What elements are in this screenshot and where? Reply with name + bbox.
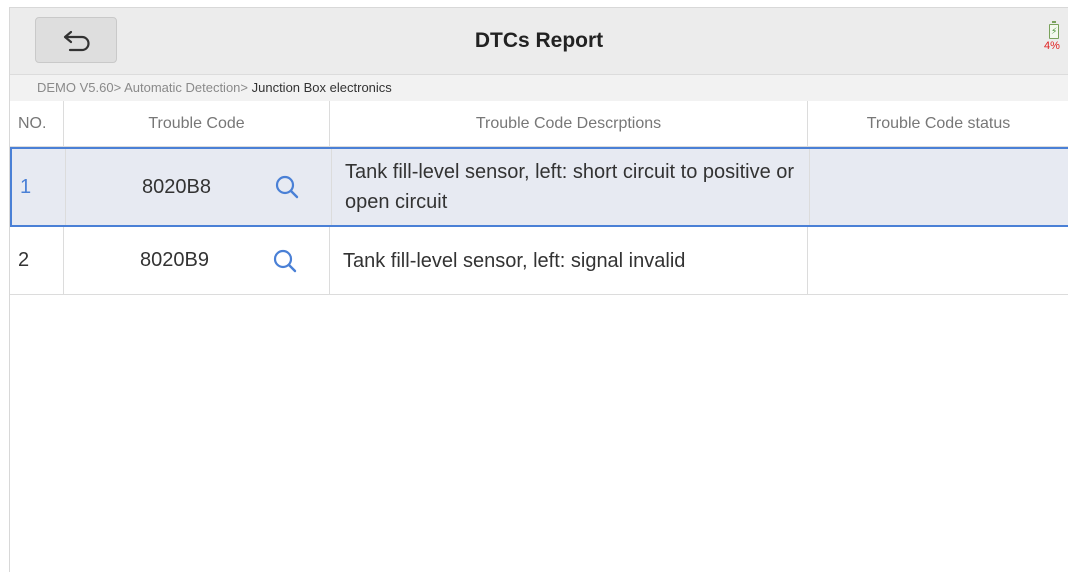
back-arrow-icon [63,30,90,52]
column-header-no: NO. [10,101,64,146]
trouble-code-status [810,149,1068,225]
breadcrumb-current: Junction Box electronics [251,80,392,95]
top-bar: DTCs Report ⚡ 4% [10,8,1068,75]
row-number: 2 [10,227,64,294]
trouble-code-status [808,227,1068,294]
table-row[interactable]: 1 8020B8 Tank fill-level sensor, left: s… [10,147,1068,227]
breadcrumb-path: DEMO V5.60> Automatic Detection> [37,80,252,95]
back-button[interactable] [35,17,117,63]
page-title: DTCs Report [474,29,604,52]
trouble-code-description: Tank fill-level sensor, left: signal inv… [330,227,808,294]
search-icon[interactable] [272,248,298,274]
trouble-code-description: Tank fill-level sensor, left: short circ… [332,149,810,225]
table-header-row: NO. Trouble Code Trouble Code Descrption… [10,101,1068,147]
app-frame: DTCs Report ⚡ 4% DEMO V5.60> Automatic D… [9,7,1068,572]
trouble-code: 8020B8 [142,175,211,198]
column-header-description: Trouble Code Descrptions [330,101,808,146]
column-header-status: Trouble Code status [866,114,1011,132]
trouble-code: 8020B9 [140,249,209,271]
table-row[interactable]: 2 8020B9 Tank fill-level sensor, left: s… [10,227,1068,295]
trouble-code-cell: 8020B9 [64,227,330,294]
battery-indicator: ⚡ 4% [1044,21,1068,58]
row-number: 1 [12,149,66,225]
dtc-table: NO. Trouble Code Trouble Code Descrption… [10,101,1068,295]
breadcrumb: DEMO V5.60> Automatic Detection> Junctio… [10,75,1068,101]
battery-icon: ⚡ [1049,21,1059,39]
trouble-code-cell: 8020B8 [66,149,332,225]
column-header-code: Trouble Code [64,101,330,146]
search-icon[interactable] [274,174,300,200]
battery-percent: 4% [1044,40,1060,52]
